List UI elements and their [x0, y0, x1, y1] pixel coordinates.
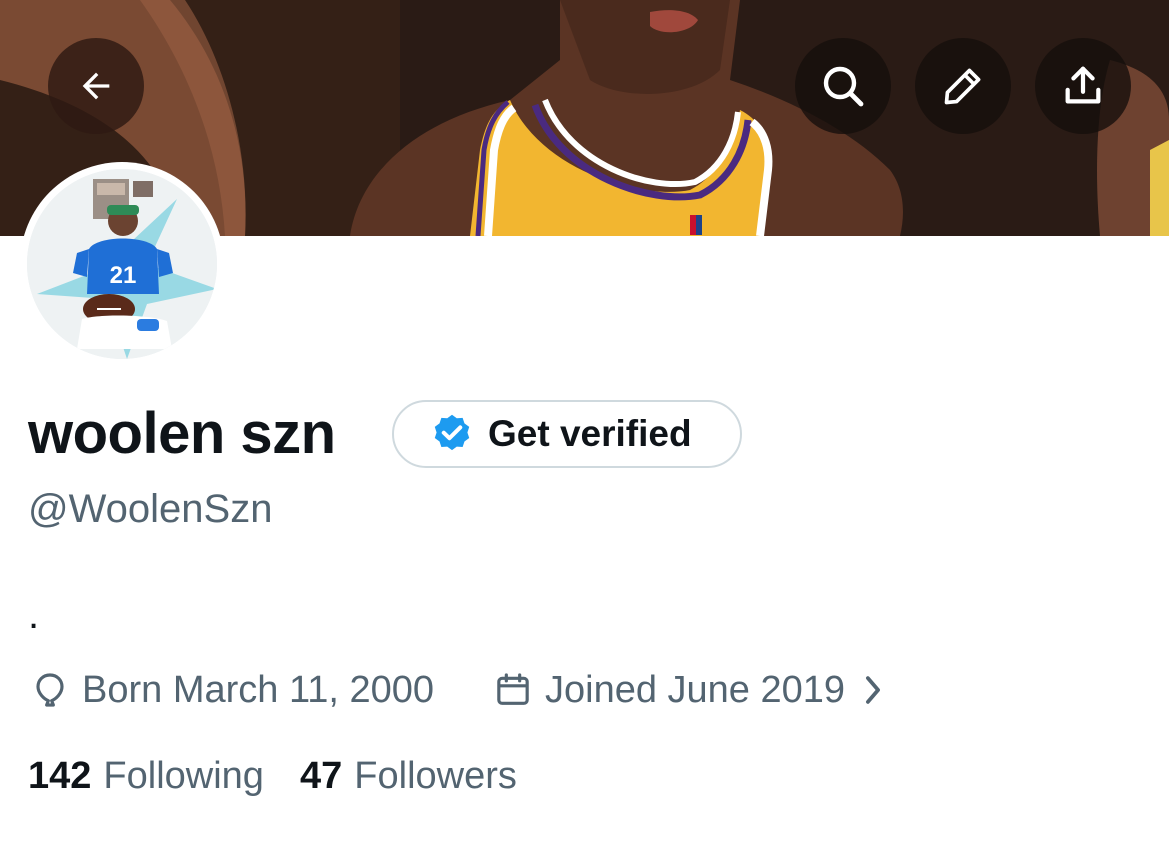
verified-badge-icon — [434, 414, 470, 451]
joined-text: Joined June 2019 — [545, 668, 846, 711]
get-verified-button[interactable]: Get verified — [392, 400, 742, 468]
birthday-text: Born March 11, 2000 — [82, 668, 435, 711]
following-link[interactable]: 142 Following — [28, 750, 264, 802]
following-label: Following — [103, 754, 264, 797]
search-icon — [823, 66, 864, 107]
share-upload-icon — [1065, 66, 1101, 104]
back-button[interactable] — [48, 38, 144, 134]
following-count: 142 — [28, 754, 92, 797]
user-handle: @WoolenSzn — [28, 487, 273, 531]
birthday-info: Born March 11, 2000 — [30, 664, 434, 716]
edit-profile-button[interactable] — [915, 38, 1011, 134]
joined-info[interactable]: Joined June 2019 — [493, 664, 887, 716]
calendar-icon — [497, 673, 529, 705]
share-button[interactable] — [1035, 38, 1131, 134]
profile-avatar[interactable]: 21 — [20, 162, 224, 366]
pencil-icon — [944, 68, 981, 105]
chevron-right-icon — [866, 676, 881, 704]
followers-count: 47 — [300, 754, 343, 797]
avatar-image: 21 — [27, 169, 217, 359]
profile-page: 21 woolen szn Get verified @WoolenSzn . … — [0, 0, 1169, 864]
avatar-jersey-number: 21 — [110, 262, 137, 289]
display-name: woolen szn — [28, 401, 336, 466]
profile-bio: . — [28, 593, 40, 637]
followers-label: Followers — [354, 754, 517, 797]
followers-link[interactable]: 47 Followers — [300, 750, 517, 802]
get-verified-label: Get verified — [488, 413, 692, 454]
balloon-icon — [36, 673, 64, 707]
search-button[interactable] — [795, 38, 891, 134]
arrow-left-icon — [82, 72, 110, 100]
